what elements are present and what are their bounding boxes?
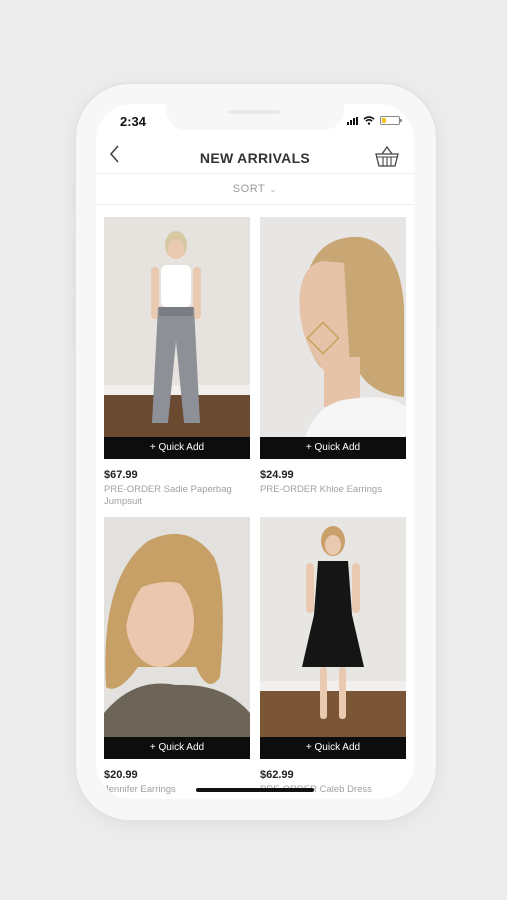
product-price: $67.99 [104, 469, 138, 481]
product-card[interactable]: + Quick Add $67.99 PRE-ORDER Sadie Paper… [104, 217, 250, 508]
status-icons [347, 116, 402, 125]
status-time: 2:34 [120, 114, 147, 129]
product-image[interactable]: + Quick Add [104, 217, 250, 459]
cart-button[interactable] [374, 144, 400, 168]
home-indicator[interactable] [196, 788, 314, 792]
quick-add-button[interactable]: + Quick Add [260, 437, 406, 459]
product-price: $20.99 [104, 769, 138, 781]
product-card[interactable]: + Quick Add $24.99 PRE-ORDER Khloe Earri… [260, 217, 406, 496]
sort-dropdown[interactable]: SORT ⌄ [96, 174, 414, 204]
phone-power-button [436, 246, 439, 326]
notch [166, 104, 344, 130]
basket-icon [375, 145, 399, 167]
product-name[interactable]: PRE-ORDER Khloe Earrings [260, 484, 406, 496]
product-card[interactable]: + Quick Add $20.99 Jennifer Earrings [104, 517, 250, 796]
page-title: NEW ARRIVALS [199, 150, 311, 166]
quick-add-button[interactable]: + Quick Add [260, 737, 406, 759]
app-screen: 2:34 NEW ARRIVALS SORT ⌄ + Quick Add $67… [96, 104, 414, 799]
product-image[interactable]: + Quick Add [260, 517, 406, 759]
sort-label: SORT [232, 183, 266, 195]
product-image[interactable]: + Quick Add [260, 217, 406, 459]
product-card[interactable]: + Quick Add $62.99 PRE-ORDER Caleb Dress [260, 517, 406, 796]
signal-icon [347, 116, 358, 125]
speaker [228, 110, 280, 114]
quick-add-button[interactable]: + Quick Add [104, 437, 250, 459]
product-price: $24.99 [260, 469, 294, 481]
quick-add-button[interactable]: + Quick Add [104, 737, 250, 759]
divider [96, 204, 414, 205]
wifi-icon [363, 116, 375, 125]
chevron-down-icon: ⌄ [269, 184, 278, 194]
product-name[interactable]: PRE-ORDER Sadie Paperbag Jumpsuit [104, 484, 250, 508]
product-price: $62.99 [260, 769, 294, 781]
nav-bar: NEW ARRIVALS [96, 138, 414, 174]
product-image[interactable]: + Quick Add [104, 517, 250, 759]
battery-icon [380, 116, 402, 125]
